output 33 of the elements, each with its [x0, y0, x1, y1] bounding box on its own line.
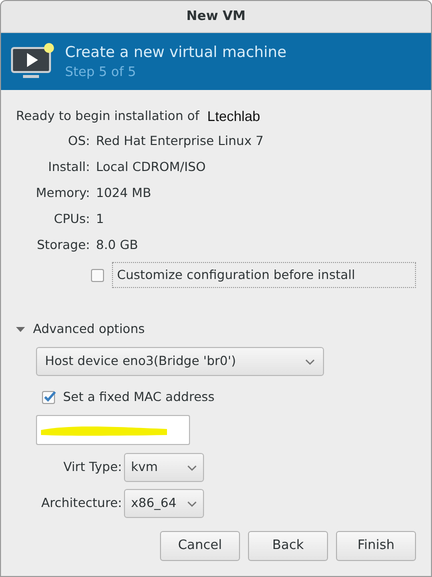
- chevron-down-icon: [187, 500, 197, 506]
- field-label: Memory:: [34, 184, 90, 202]
- back-button[interactable]: Back: [248, 531, 328, 561]
- chevron-down-icon: [187, 464, 197, 470]
- field-value: 1024 MB: [96, 184, 152, 202]
- virt-type-dropdown[interactable]: kvm: [124, 453, 204, 482]
- step-label: Step 5 of 5: [65, 64, 138, 82]
- mac-checkbox[interactable]: [42, 390, 55, 404]
- field-label: OS:: [67, 132, 90, 150]
- field-label: Install:: [47, 158, 90, 176]
- field-label: CPUs:: [52, 210, 90, 228]
- vm-name: Ltechlab: [207, 106, 260, 126]
- network-dropdown[interactable]: Host device eno3(Bridge 'br0'): [36, 347, 324, 376]
- field-value: 1: [96, 210, 104, 228]
- architecture-dropdown[interactable]: x86_64: [124, 489, 204, 518]
- field-label: Architecture:: [40, 494, 122, 512]
- field-value: Local CDROM/ISO: [96, 158, 206, 176]
- field-label: Virt Type:: [62, 458, 122, 476]
- mac-label[interactable]: Set a fixed MAC address: [63, 388, 215, 406]
- monitor-play-icon: [11, 42, 55, 80]
- chevron-down-icon: [305, 358, 315, 364]
- field-label: Storage:: [36, 236, 90, 254]
- finish-button[interactable]: Finish: [336, 531, 416, 561]
- expander-icon: [16, 324, 25, 334]
- cancel-button[interactable]: Cancel: [160, 531, 240, 561]
- mac-address-field[interactable]: [36, 415, 190, 445]
- field-value: Red Hat Enterprise Linux 7: [96, 132, 264, 150]
- customize-checkbox[interactable]: [91, 268, 104, 282]
- advanced-expander[interactable]: Advanced options: [16, 318, 416, 340]
- field-value: 8.0 GB: [96, 236, 138, 254]
- header-title: Create a new virtual machine: [65, 42, 287, 62]
- intro-text: Ready to begin installation of: [16, 106, 200, 125]
- window-title: New VM: [186, 8, 246, 26]
